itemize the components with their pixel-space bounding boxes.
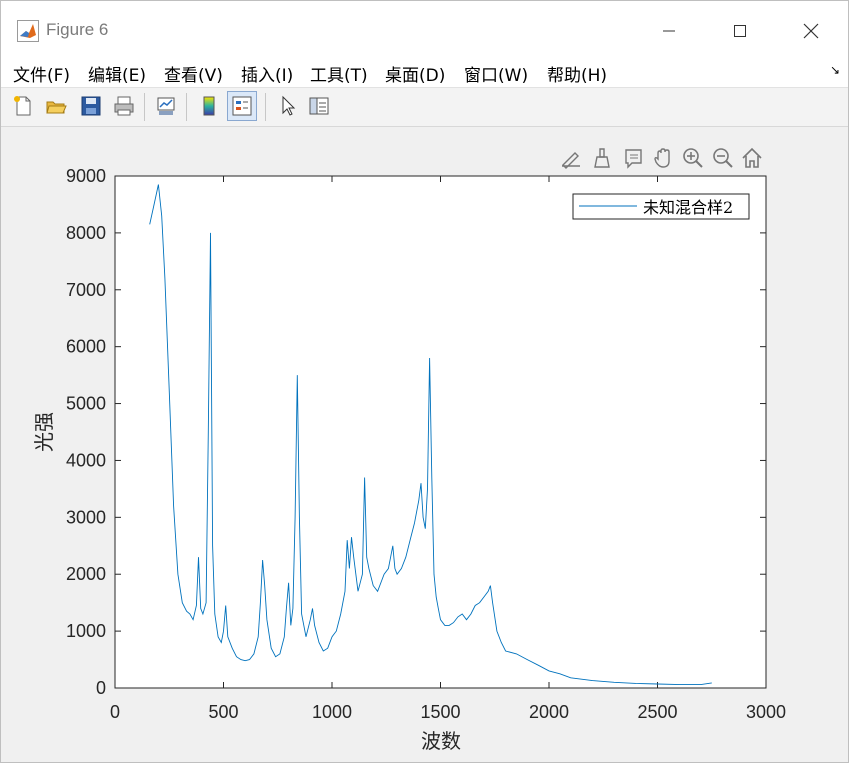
x-tick-label: 500 bbox=[208, 702, 238, 722]
y-tick-label: 2000 bbox=[66, 564, 106, 584]
x-tick-label: 2500 bbox=[637, 702, 677, 722]
legend-label: 未知混合样2 bbox=[643, 198, 733, 217]
y-tick-label: 5000 bbox=[66, 394, 106, 414]
spectrum-chart: 0 500 1000 1500 2000 2500 3000 0 1000 2000 3000 40… bbox=[32, 166, 786, 753]
legend[interactable]: 未知混合样2 bbox=[572, 193, 750, 220]
y-tick-label: 1000 bbox=[66, 621, 106, 641]
x-tick-label: 1000 bbox=[312, 702, 352, 722]
x-tick-label: 1500 bbox=[420, 702, 460, 722]
y-tick-label: 4000 bbox=[66, 450, 106, 470]
y-tick-label: 8000 bbox=[66, 223, 106, 243]
x-tick-label: 2000 bbox=[529, 702, 569, 722]
x-tick-label: 0 bbox=[110, 702, 120, 722]
x-axis-label: 波数 bbox=[421, 729, 461, 753]
y-tick-label: 9000 bbox=[66, 166, 106, 186]
figure-window: Figure 6 文件(F) 编辑(E) 查看(V) 插入(I) 工具(T) 桌… bbox=[0, 0, 849, 763]
plot-area bbox=[114, 175, 767, 689]
y-axis-label: 光强 bbox=[32, 412, 56, 452]
y-tick-label: 6000 bbox=[66, 337, 106, 357]
x-tick-label: 3000 bbox=[746, 702, 786, 722]
y-tick-label: 3000 bbox=[66, 507, 106, 527]
y-tick-label: 0 bbox=[96, 678, 106, 698]
y-tick-label: 7000 bbox=[66, 280, 106, 300]
